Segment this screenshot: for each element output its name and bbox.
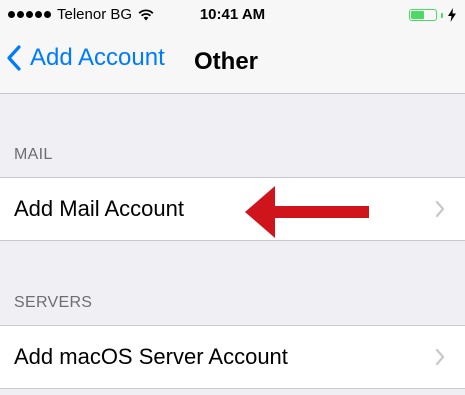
chevron-right-icon [435, 200, 445, 218]
add-mail-account-button[interactable]: Add Mail Account [0, 177, 465, 241]
cell-label: Add Mail Account [14, 196, 184, 221]
status-right [409, 8, 457, 22]
battery-icon [409, 9, 437, 21]
status-time: 10:41 AM [199, 6, 266, 23]
chevron-right-icon [435, 348, 445, 366]
chevron-left-icon [7, 45, 21, 71]
battery-fill [411, 11, 424, 19]
cell-label: Add macOS Server Account [14, 344, 288, 369]
battery-tip [441, 12, 443, 18]
back-button-label: Add Account [30, 44, 165, 71]
status-bar: Telenor BG 10:41 AM [0, 0, 465, 30]
navigation-bar: Add Account Other [0, 30, 465, 94]
section-header-servers: SERVERS [14, 294, 93, 311]
red-arrow-icon [245, 186, 369, 238]
back-button[interactable]: Add Account [6, 44, 165, 72]
add-macos-server-account-button[interactable]: Add macOS Server Account [0, 325, 465, 389]
page-title: Other [194, 48, 259, 75]
section-header-mail: MAIL [14, 146, 53, 163]
charging-bolt-icon [448, 8, 456, 22]
